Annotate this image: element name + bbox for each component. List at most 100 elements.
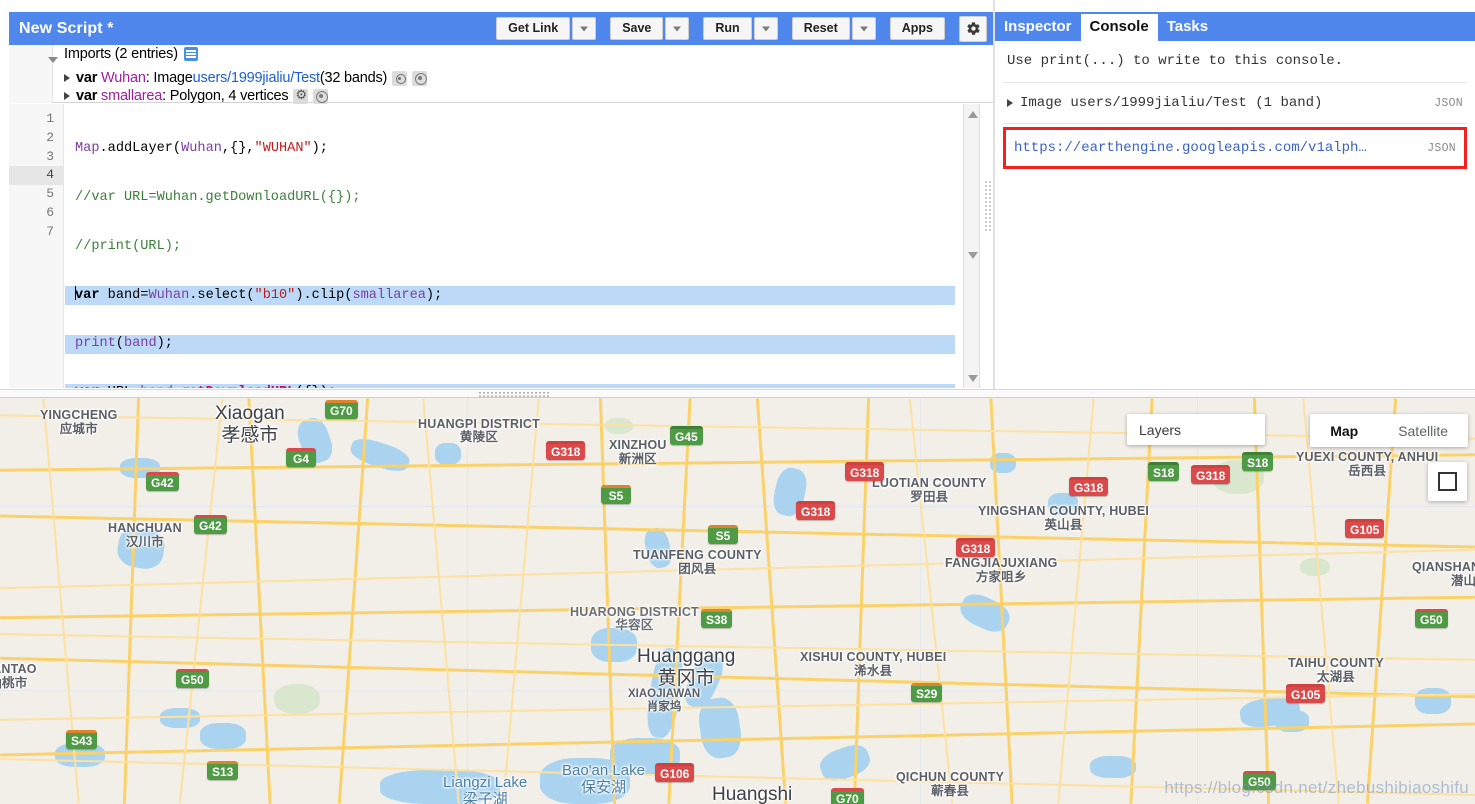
console-row-image[interactable]: Image users/1999jialiu/Test (1 band) JSO… — [1003, 83, 1467, 124]
code-line-3[interactable]: //print(URL); — [65, 238, 955, 257]
code-line-4[interactable]: var band=Wuhan.select("b10").clip(smalla… — [65, 286, 955, 305]
import-entry-wuhan[interactable]: var Wuhan : Image users/1999jialiu/Test … — [64, 70, 427, 86]
road-shield: G318 — [1191, 465, 1230, 484]
road-shield: S38 — [701, 609, 732, 628]
map-type-map-button[interactable]: Map — [1310, 414, 1378, 447]
json-link[interactable]: JSON — [1427, 142, 1456, 155]
tab-tasks[interactable]: Tasks — [1158, 14, 1217, 41]
highway — [247, 398, 271, 804]
park-area — [1300, 558, 1330, 576]
map-label: Huanggang黄冈市 — [637, 646, 735, 690]
code-line-2[interactable]: //var URL=Wuhan.getDownloadURL({}); — [65, 189, 955, 208]
line-number: 5 — [9, 185, 63, 204]
road-shield: S5 — [708, 525, 738, 544]
imports-header-label: Imports (2 entries) — [64, 46, 178, 62]
map-label: QICHUN COUNTY蕲春县 — [896, 770, 1004, 799]
save-dropdown-arrow[interactable] — [665, 17, 689, 40]
run-button[interactable]: Run — [703, 17, 751, 40]
water-body — [200, 723, 246, 749]
import-asset-path[interactable]: users/1999jialiu/Test — [193, 70, 320, 86]
eye-icon[interactable] — [392, 71, 407, 86]
road-shield: G42 — [194, 515, 227, 534]
run-dropdown-arrow[interactable] — [754, 17, 778, 40]
save-button[interactable]: Save — [610, 17, 663, 40]
map-label: HUARONG DISTRICT华容区 — [570, 606, 699, 632]
line-number: 7 — [9, 223, 63, 242]
reset-button[interactable]: Reset — [792, 17, 850, 40]
map-label: XINZHOU新洲区 — [609, 438, 667, 467]
park-area — [274, 684, 320, 714]
console-row-url-highlighted[interactable]: https://earthengine.googleapis.com/v1alp… — [1003, 127, 1467, 169]
chevron-right-icon[interactable] — [64, 92, 70, 100]
tab-inspector[interactable]: Inspector — [995, 14, 1081, 41]
target-icon[interactable] — [412, 71, 427, 86]
line-number: 2 — [9, 129, 63, 148]
import-bands: (32 bands) — [320, 70, 387, 86]
map-canvas[interactable]: YINGCHENG应城市 Xiaogan孝感市 HANCHUAN汉川市 HUAN… — [0, 398, 1475, 804]
chevron-right-icon[interactable] — [64, 74, 70, 82]
gear-icon — [966, 21, 981, 36]
layers-label: Layers — [1139, 422, 1181, 438]
water-body — [1415, 688, 1451, 714]
target-icon[interactable] — [313, 89, 328, 104]
road-shield: G70 — [831, 788, 864, 804]
scroll-down-arrow-icon[interactable] — [964, 370, 981, 386]
map-label: XIANTAO仙桃市 — [0, 662, 37, 691]
road-shield: G105 — [1286, 684, 1325, 703]
code-line-5[interactable]: print(band); — [65, 335, 955, 354]
apps-button[interactable]: Apps — [890, 17, 945, 40]
tab-console[interactable]: Console — [1081, 14, 1158, 41]
map-label: HUANGPI DISTRICT黄陵区 — [418, 418, 540, 444]
reset-group: Reset — [792, 17, 876, 40]
code-editor-pane: New Script * Get Link Save Run — [0, 0, 993, 392]
road-shield: S29 — [911, 683, 942, 702]
code-line-6[interactable]: var URL=band.getDownloadURL({}); — [65, 384, 955, 388]
code-text-area[interactable]: Map.addLayer(Wuhan,{},"WUHAN"); //var UR… — [65, 104, 955, 388]
code-line-1[interactable]: Map.addLayer(Wuhan,{},"WUHAN"); — [65, 140, 955, 159]
editor-console-area: New Script * Get Link Save Run — [0, 0, 1475, 392]
reset-dropdown-arrow[interactable] — [852, 17, 876, 40]
import-keyword: var — [76, 70, 97, 86]
imports-collapse-toggle[interactable] — [46, 52, 60, 66]
water-body — [348, 434, 412, 475]
road-shield: G50 — [1415, 609, 1448, 628]
gear-icon[interactable] — [293, 89, 308, 104]
map-label: Bao'an Lake保安湖 — [562, 762, 645, 797]
import-entry-smallarea[interactable]: var smallarea : Polygon, 4 vertices — [64, 88, 328, 104]
map-label: XISHUI COUNTY, HUBEI浠水县 — [800, 650, 946, 679]
chevron-right-icon[interactable] — [1007, 99, 1013, 107]
imports-header: Imports (2 entries) — [64, 46, 198, 62]
map-viewport[interactable]: YINGCHENG应城市 Xiaogan孝感市 HANCHUAN汉川市 HUAN… — [0, 398, 1475, 804]
road-shield: G318 — [546, 441, 585, 460]
water-body — [1090, 756, 1136, 778]
download-url-link[interactable]: https://earthengine.googleapis.com/v1alp… — [1014, 140, 1367, 156]
fullscreen-button[interactable] — [1428, 462, 1467, 501]
horizontal-splitter[interactable] — [0, 389, 1475, 398]
get-link-dropdown-arrow[interactable] — [572, 17, 596, 40]
get-link-button[interactable]: Get Link — [496, 17, 570, 40]
layers-control[interactable]: Layers — [1127, 414, 1265, 445]
highway — [338, 398, 369, 803]
water-body — [435, 443, 461, 465]
map-type-control: Map Satellite — [1310, 414, 1468, 447]
json-link[interactable]: JSON — [1434, 97, 1463, 110]
code-editor[interactable]: 1 2 3 4 5 6 7 Map.addLayer(Wuhan,{},"WUH… — [9, 104, 993, 388]
road-shield: G42 — [146, 472, 179, 491]
scroll-up-arrow-icon[interactable] — [964, 106, 981, 122]
editor-vertical-scrollbar[interactable] — [963, 104, 980, 388]
editor-toolbar: Get Link Save Run Reset — [496, 16, 993, 42]
notes-icon[interactable] — [184, 47, 198, 61]
map-label: YINGSHAN COUNTY, HUBEI英山县 — [978, 504, 1149, 533]
line-number-active: 4 — [9, 166, 63, 185]
road-shield: S13 — [207, 761, 238, 780]
import-type: : Polygon, 4 vertices — [162, 88, 288, 104]
road-shield: G106 — [655, 763, 694, 782]
map-type-satellite-button[interactable]: Satellite — [1378, 414, 1468, 447]
pane-resize-grip-horizontal[interactable] — [478, 391, 550, 398]
map-label: QIANSHAN, ANHUI潜山市 — [1412, 560, 1475, 589]
settings-button[interactable] — [959, 16, 987, 42]
fullscreen-icon — [1447, 481, 1457, 491]
line-number: 3 — [9, 148, 63, 167]
run-group: Run — [703, 17, 777, 40]
road-shield: G318 — [845, 462, 884, 481]
